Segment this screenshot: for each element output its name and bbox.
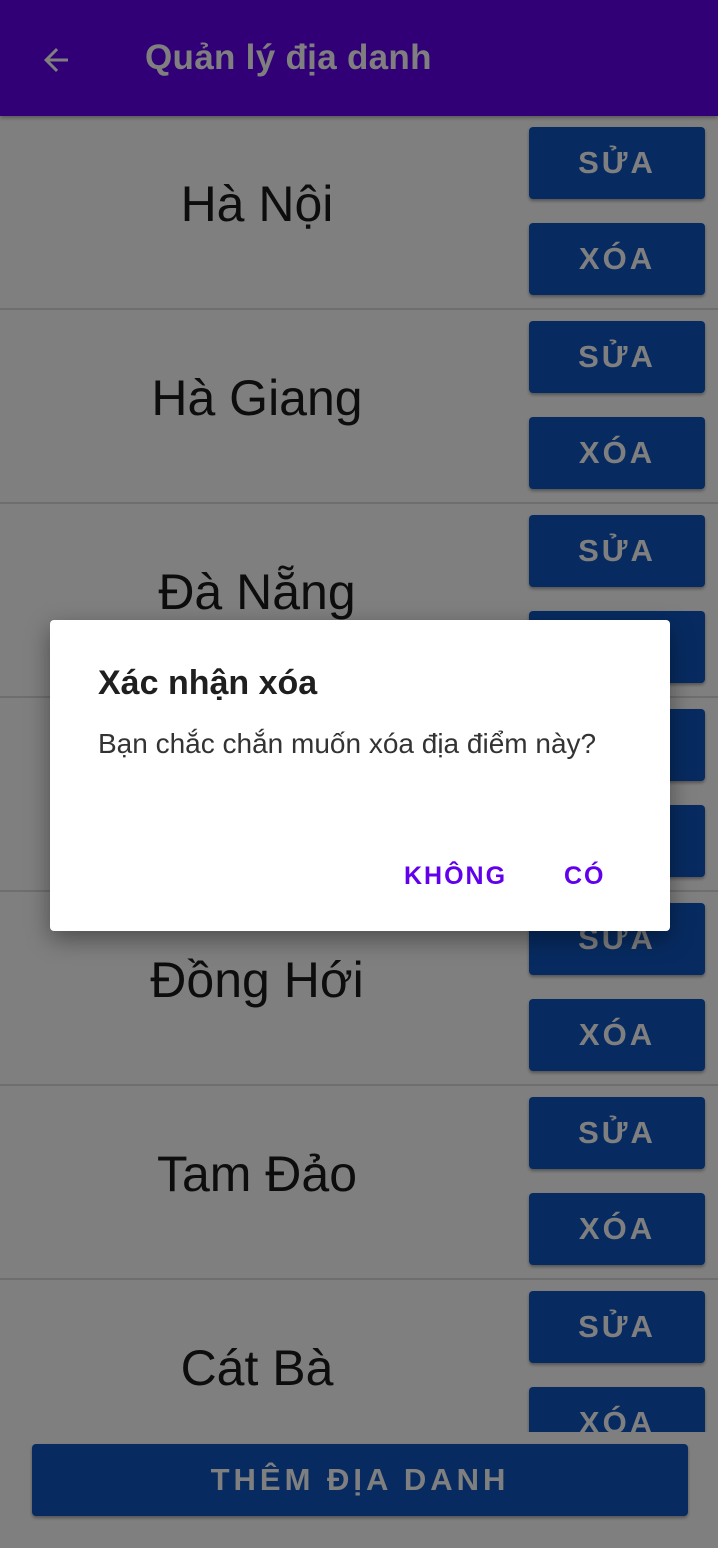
dialog-message: Bạn chắc chắn muốn xóa địa điểm này? <box>98 728 597 759</box>
confirm-button[interactable]: CÓ <box>556 856 614 897</box>
cancel-button[interactable]: KHÔNG <box>396 856 515 897</box>
confirm-delete-dialog: Xác nhận xóa Bạn chắc chắn muốn xóa địa … <box>50 620 670 931</box>
dialog-title: Xác nhận xóa <box>98 664 318 702</box>
